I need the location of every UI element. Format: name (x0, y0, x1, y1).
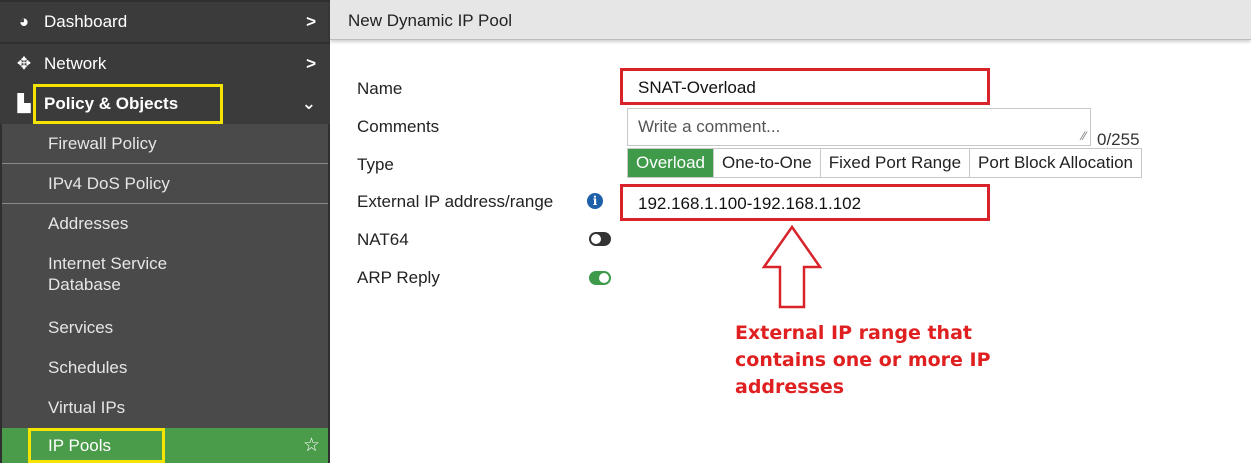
sidebar-item-label: IPv4 DoS Policy (48, 174, 170, 193)
name-label: Name (357, 79, 403, 98)
sidebar-item-dashboard[interactable]: ◕ Dashboard > (0, 2, 330, 42)
chevron-right-icon: > (306, 54, 316, 73)
type-selector: Overload One-to-One Fixed Port Range Por… (627, 148, 1143, 178)
external-ip-value: 192.168.1.100-192.168.1.102 (638, 194, 862, 213)
sidebar-item-firewall-policy[interactable]: Firewall Policy (2, 124, 328, 164)
comments-char-count: 0/255 (1097, 130, 1140, 149)
info-icon[interactable]: i (587, 193, 603, 209)
toggle-knob (599, 273, 609, 283)
sidebar: ◕ Dashboard > ✥ Network > ▙ Policy & Obj… (0, 0, 330, 463)
sidebar-item-label: Schedules (48, 358, 128, 377)
type-option-port-block-allocation[interactable]: Port Block Allocation (970, 149, 1142, 177)
network-move-icon: ✥ (16, 54, 32, 73)
external-ip-input[interactable]: 192.168.1.100-192.168.1.102 (620, 184, 990, 221)
page-header: New Dynamic IP Pool (330, 0, 1251, 40)
nat64-toggle[interactable] (589, 232, 611, 246)
sidebar-item-label: Dashboard (44, 12, 128, 31)
arp-reply-toggle[interactable] (589, 271, 611, 285)
dashboard-icon: ◕ (18, 12, 30, 31)
sidebar-item-label: Internet Service Database (48, 254, 168, 294)
sidebar-item-addresses[interactable]: Addresses (2, 204, 328, 244)
resize-handle-icon[interactable]: ⁄⁄ (1082, 129, 1086, 143)
sidebar-item-label: Services (48, 318, 114, 337)
toggle-knob (591, 234, 601, 244)
sidebar-item-label: Firewall Policy (48, 134, 157, 153)
comments-textarea[interactable]: Write a comment... ⁄⁄ (627, 108, 1091, 146)
arp-reply-label: ARP Reply (357, 268, 440, 287)
star-outline-icon[interactable]: ☆ (303, 428, 320, 463)
external-ip-label: External IP address/range (357, 192, 554, 211)
sidebar-item-virtual-ips[interactable]: Virtual IPs (2, 388, 328, 428)
name-value: SNAT-Overload (638, 78, 756, 97)
sidebar-item-internet-service-database[interactable]: Internet Service Database (2, 244, 328, 308)
sidebar-item-label: Network (44, 54, 107, 73)
sidebar-item-schedules[interactable]: Schedules (2, 348, 328, 388)
comments-placeholder: Write a comment... (638, 117, 781, 136)
annotation-text: External IP range that contains one or m… (735, 322, 991, 398)
sidebar-item-ipv4-dos-policy[interactable]: IPv4 DoS Policy (2, 164, 328, 204)
sidebar-item-network[interactable]: ✥ Network > (0, 44, 330, 84)
sidebar-item-services[interactable]: Services (2, 308, 328, 348)
chevron-right-icon: > (306, 12, 316, 31)
type-option-fixed-port-range[interactable]: Fixed Port Range (820, 149, 971, 177)
comments-label: Comments (357, 117, 440, 136)
up-arrow-annotation-icon (761, 225, 823, 309)
page-title: New Dynamic IP Pool (348, 11, 513, 30)
nat64-label: NAT64 (357, 230, 409, 249)
highlight-box (28, 428, 165, 463)
sidebar-item-label: Virtual IPs (48, 398, 126, 417)
chevron-down-icon: ⌄ (301, 94, 316, 113)
highlight-box (33, 84, 223, 124)
name-input[interactable]: SNAT-Overload (620, 68, 990, 105)
type-label: Type (357, 155, 394, 174)
type-option-overload[interactable]: Overload (628, 149, 714, 177)
type-option-one-to-one[interactable]: One-to-One (713, 149, 821, 177)
sidebar-item-label: Addresses (48, 214, 129, 233)
